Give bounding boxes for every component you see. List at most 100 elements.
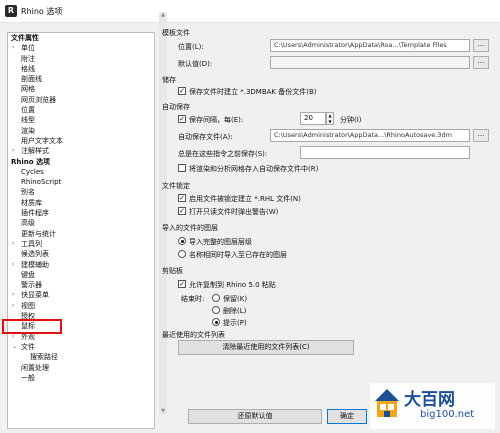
- before-commands-label: 总是在这些指令之前保存(S):: [178, 150, 268, 158]
- tree-item-label: 插件程序: [21, 209, 49, 218]
- tree-item-label: 搜索路径: [30, 353, 58, 362]
- import-full-radio[interactable]: [178, 237, 186, 245]
- clipboard-allow-checkbox[interactable]: ✓: [178, 280, 186, 288]
- tree-item[interactable]: Cycles: [8, 167, 154, 177]
- prompt-radio[interactable]: [212, 318, 220, 326]
- location-field[interactable]: C:\Users\Administrator\AppData\Roa...\Te…: [270, 39, 470, 52]
- readonly-label: 打开只读文件时弹出警告(W): [189, 208, 279, 216]
- tree-item[interactable]: 用户文字文本: [8, 136, 154, 146]
- tree-item[interactable]: 警示器: [8, 280, 154, 290]
- collapsed-arrow-icon[interactable]: ›: [12, 301, 14, 311]
- tree-item[interactable]: 网页浏览器: [8, 95, 154, 105]
- import-full-label: 导入完整的图层层级: [189, 238, 252, 246]
- rhl-checkbox[interactable]: ✓: [178, 194, 186, 202]
- before-commands-field[interactable]: [300, 146, 470, 159]
- section-file-lock: 文件锁定: [162, 182, 190, 190]
- tree-item[interactable]: 别名: [8, 187, 154, 197]
- tree-item[interactable]: 材质库: [8, 198, 154, 208]
- options-tree[interactable]: 文件属性 › 单位 附注 格线 剖面线 网格 网页浏览器 位置 线型 渲染 用户文字文本 › 注解样式 Rh…: [7, 32, 155, 429]
- import-existing-radio[interactable]: [178, 250, 186, 258]
- tree-item[interactable]: 插件程序: [8, 208, 154, 218]
- interval-stepper[interactable]: ▲ ▼: [326, 112, 334, 125]
- clear-recent-button[interactable]: 清除最近使用的文件列表(C): [178, 340, 354, 355]
- section-import-layers: 导入的文件的图层: [162, 224, 218, 232]
- tree-item[interactable]: 候选列表: [8, 249, 154, 259]
- tree-item-label: 候选列表: [21, 250, 49, 259]
- tree-item-label: 渲染: [21, 126, 35, 135]
- highlight-box: [2, 319, 62, 334]
- tree-item[interactable]: 文件属性: [8, 33, 154, 43]
- tree-item-label: 文件: [21, 342, 35, 351]
- scroll-up-icon[interactable]: ▲: [159, 12, 167, 18]
- tree-item[interactable]: 线型: [8, 115, 154, 125]
- panel-scrollbar[interactable]: ▲ ▼: [159, 12, 167, 414]
- tree-item[interactable]: 剖面线: [8, 74, 154, 84]
- default-field[interactable]: [270, 56, 470, 69]
- section-template-files: 模板文件: [162, 29, 190, 37]
- backup-label: 保存文件时建立 *.3DMBAK 备份文件(B): [189, 88, 317, 96]
- ok-button[interactable]: 确定: [327, 409, 367, 424]
- autosave-file-field[interactable]: C:\Users\Administrator\AppData...\RhinoA…: [270, 129, 470, 142]
- tree-item[interactable]: 格线: [8, 64, 154, 74]
- autosave-browse-button[interactable]: ...: [473, 129, 489, 142]
- collapsed-arrow-icon[interactable]: ›: [12, 146, 14, 156]
- tree-item[interactable]: 搜索路径: [8, 352, 154, 362]
- backup-checkbox[interactable]: ✓: [178, 87, 186, 95]
- tree-item[interactable]: ⌄ 文件: [8, 342, 154, 352]
- tree-item[interactable]: 高级: [8, 218, 154, 228]
- interval-input[interactable]: 20: [300, 112, 326, 125]
- keep-radio[interactable]: [212, 294, 220, 302]
- tree-item[interactable]: 网格: [8, 84, 154, 94]
- tree-item[interactable]: 更新与统计: [8, 229, 154, 239]
- mesh-checkbox[interactable]: [178, 164, 186, 172]
- tree-item[interactable]: 附注: [8, 54, 154, 64]
- tree-item-label: 用户文字文本: [21, 136, 63, 145]
- tree-item-label: Cycles: [21, 167, 44, 176]
- watermark-url: big100.net: [420, 409, 475, 420]
- tree-item-label: 注解样式: [21, 147, 49, 156]
- on-exit-label: 结束时:: [181, 295, 205, 303]
- tree-item[interactable]: 闲置处理: [8, 363, 154, 373]
- tree-item[interactable]: › 单位: [8, 43, 154, 53]
- tree-item[interactable]: › 建模辅助: [8, 260, 154, 270]
- rhl-label: 启用文件被锁定建立 *.RHL 文件(N): [189, 195, 301, 203]
- tree-item-label: 快显菜单: [21, 291, 49, 300]
- collapsed-arrow-icon[interactable]: ›: [12, 43, 14, 53]
- tree-item[interactable]: 一般: [8, 373, 154, 383]
- delete-label: 删除(L): [223, 307, 247, 315]
- delete-radio[interactable]: [212, 306, 220, 314]
- tree-item-label: 网页浏览器: [21, 95, 56, 104]
- collapsed-arrow-icon[interactable]: ›: [12, 260, 14, 270]
- tree-item[interactable]: › 注解样式: [8, 146, 154, 156]
- tree-item-label: 附注: [21, 54, 35, 63]
- expanded-arrow-icon[interactable]: ⌄: [12, 342, 17, 352]
- tree-item-label: 位置: [21, 106, 35, 115]
- tree-item[interactable]: RhinoScript: [8, 177, 154, 187]
- interval-checkbox[interactable]: ✓: [178, 115, 186, 123]
- tree-item-label: 线型: [21, 116, 35, 125]
- scroll-down-icon[interactable]: ▼: [159, 408, 167, 414]
- section-recent-files: 最近使用的文件列表: [162, 331, 225, 339]
- rhino-app-icon: R: [5, 5, 17, 17]
- watermark-title: 大百网: [404, 390, 455, 410]
- readonly-checkbox[interactable]: ✓: [178, 207, 186, 215]
- restore-defaults-button[interactable]: 还原默认值: [188, 409, 322, 424]
- tree-item[interactable]: 位置: [8, 105, 154, 115]
- tree-item[interactable]: › 快显菜单: [8, 290, 154, 300]
- default-browse-button[interactable]: ...: [473, 56, 489, 69]
- tree-item[interactable]: › 视图: [8, 301, 154, 311]
- tree-item-label: 警示器: [21, 281, 42, 290]
- collapsed-arrow-icon[interactable]: ›: [12, 239, 14, 249]
- tree-item-label: 视图: [21, 301, 35, 310]
- section-autosave: 自动保存: [162, 103, 190, 111]
- keep-label: 保留(K): [223, 295, 248, 303]
- tree-item-label: 别名: [21, 188, 35, 197]
- collapsed-arrow-icon[interactable]: ›: [12, 290, 14, 300]
- tree-item[interactable]: 键盘: [8, 270, 154, 280]
- mesh-label: 将渲染和分析网格存入自动保存文件中(R): [189, 165, 319, 173]
- tree-item[interactable]: › 工具列: [8, 239, 154, 249]
- tree-item[interactable]: Rhino 选项: [8, 157, 154, 167]
- tree-item[interactable]: 渲染: [8, 126, 154, 136]
- tree-item-label: 格线: [21, 64, 35, 73]
- location-browse-button[interactable]: ...: [473, 39, 489, 52]
